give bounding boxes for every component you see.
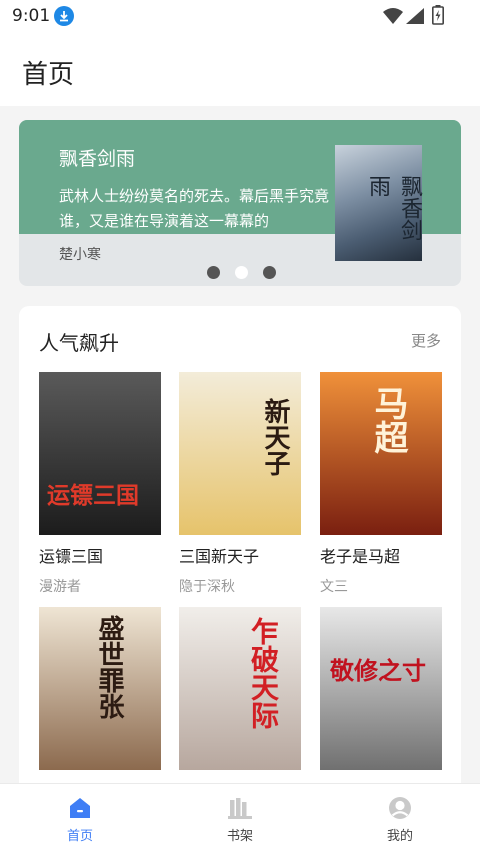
banner-title: 飘香剑雨	[59, 148, 136, 170]
cover-text: 乍破天际	[247, 617, 280, 729]
book-cover[interactable]: 敬修之寸	[320, 607, 442, 770]
home-icon	[70, 798, 90, 818]
cover-text: 运镖三国	[47, 482, 139, 509]
popular-section: 人气飙升 更多 运镖三国 运镖三国 漫游者 新天子 三国新天子 隐于深秋 马超 …	[19, 306, 461, 826]
banner-book-cover[interactable]: 飘香剑雨	[335, 145, 422, 261]
carousel-dot[interactable]	[263, 266, 276, 279]
section-title: 人气飙升	[39, 331, 119, 355]
book-author: 隐于深秋	[179, 579, 235, 595]
tab-label: 首页	[66, 829, 93, 844]
banner-cover-text: 飘香剑雨	[365, 175, 422, 241]
book-cover[interactable]: 新天子	[179, 372, 301, 535]
carousel-dot[interactable]	[235, 266, 248, 279]
bookshelf-icon	[228, 798, 252, 819]
tab-home[interactable]: 首页	[20, 784, 140, 853]
wifi-icon	[383, 8, 403, 24]
battery-icon	[432, 5, 444, 25]
cover-text: 盛世罪张	[94, 615, 124, 719]
book-title[interactable]: 老子是马超	[320, 543, 400, 567]
tab-profile[interactable]: 我的	[340, 784, 460, 853]
more-link[interactable]: 更多	[411, 330, 441, 351]
app-header: 首页	[0, 32, 480, 106]
signal-icon	[406, 8, 424, 24]
cover-text: 马超	[368, 386, 408, 454]
cover-text: 敬修之寸	[330, 656, 426, 685]
home-icon-shape	[70, 798, 90, 818]
profile-icon	[389, 797, 411, 819]
tab-label: 书架	[226, 829, 253, 844]
banner-description: 武林人士纷纷莫名的死去。幕后黑手究竟谁，又是谁在导演着这一幕幕的	[59, 187, 329, 230]
book-cover[interactable]: 乍破天际	[179, 607, 301, 770]
page-title: 首页	[22, 60, 75, 90]
book-cover[interactable]: 盛世罪张	[39, 607, 161, 770]
carousel-indicator	[207, 266, 276, 280]
status-bar: 9:01	[0, 0, 480, 32]
book-title[interactable]: 三国新天子	[179, 543, 259, 567]
carousel-dot[interactable]	[207, 266, 220, 279]
tab-bookshelf[interactable]: 书架	[180, 784, 300, 853]
bottom-tab-bar: 首页 书架 我的	[0, 783, 480, 853]
status-time: 9:01	[12, 6, 51, 26]
book-cover[interactable]: 马超	[320, 372, 442, 535]
featured-banner[interactable]: 飘香剑雨 武林人士纷纷莫名的死去。幕后黑手究竟谁，又是谁在导演着这一幕幕的 楚小…	[19, 120, 461, 286]
download-icon	[54, 6, 74, 26]
tab-label: 我的	[386, 829, 413, 844]
book-title[interactable]: 运镖三国	[39, 543, 103, 567]
book-author: 文三	[320, 579, 348, 595]
book-cover[interactable]: 运镖三国	[39, 372, 161, 535]
cover-text: 新天子	[260, 398, 290, 476]
banner-author: 楚小寒	[59, 247, 101, 263]
book-author: 漫游者	[39, 579, 81, 595]
